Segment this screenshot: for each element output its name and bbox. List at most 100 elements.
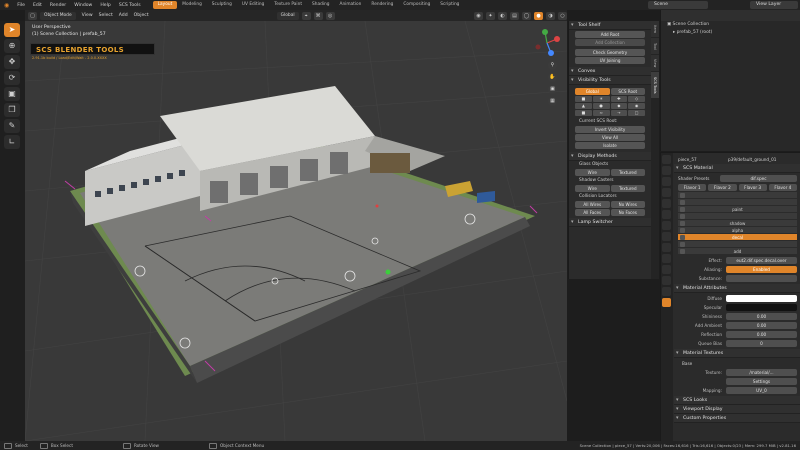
workspace-tab-modeling[interactable]: Modeling: [177, 1, 207, 9]
mode-selector[interactable]: Object Mode: [40, 11, 76, 20]
material-attributes-header[interactable]: Material Attributes: [674, 284, 800, 293]
scs-looks-header[interactable]: SCS Looks: [674, 396, 800, 405]
rotate-tool-icon[interactable]: ⟳: [4, 71, 20, 85]
scene-props-icon[interactable]: [662, 199, 671, 208]
workspace-tab-scripting[interactable]: Scripting: [435, 1, 464, 9]
specular-color-swatch[interactable]: [726, 303, 797, 311]
gizmo-icon[interactable]: ✦: [486, 11, 495, 20]
select-tool-icon[interactable]: ➤: [4, 23, 20, 37]
object-name[interactable]: piece_57: [678, 157, 728, 162]
move-tool-icon[interactable]: ✥: [4, 55, 20, 69]
material-name[interactable]: p39/default_ground_01: [728, 157, 797, 162]
glass-wire-button[interactable]: Wire: [575, 169, 610, 176]
menu-help[interactable]: Help: [96, 3, 114, 8]
orientation-selector[interactable]: Global: [276, 11, 299, 20]
aliasing-toggle[interactable]: Enabled: [726, 265, 797, 273]
mapping-field[interactable]: UV_0: [726, 386, 797, 394]
tab-view[interactable]: View: [651, 55, 659, 71]
workspace-tab-layout[interactable]: Layout: [152, 1, 178, 9]
list-item[interactable]: [678, 241, 797, 248]
list-item[interactable]: [678, 213, 797, 220]
vis-locator-icon[interactable]: ✚: [610, 96, 628, 102]
viewport-menu-add[interactable]: Add: [119, 13, 128, 18]
vis-sign-icon[interactable]: ▲: [575, 103, 592, 109]
list-item[interactable]: [678, 192, 797, 199]
add-collection-button[interactable]: Add Collection: [575, 39, 645, 46]
viewport-menu-object[interactable]: Object: [134, 13, 149, 18]
vis-light-icon[interactable]: ☀: [592, 96, 610, 102]
ortho-grid-icon[interactable]: ▦: [548, 97, 557, 106]
no-faces-button[interactable]: No Faces: [610, 209, 645, 216]
material-textures-header[interactable]: Material Textures: [674, 349, 800, 358]
snap-icon[interactable]: ⌘: [313, 11, 323, 20]
vis-collision-icon[interactable]: □: [628, 110, 645, 116]
texture-path-field[interactable]: /material/...: [726, 368, 797, 376]
modifier-props-icon[interactable]: [662, 232, 671, 241]
scs-props-icon[interactable]: [662, 287, 671, 296]
list-item[interactable]: add: [678, 248, 797, 255]
visibility-tools-header[interactable]: Visibility Tools: [569, 76, 651, 85]
diffuse-color-swatch[interactable]: [726, 294, 797, 302]
scene-selector[interactable]: Scene: [648, 1, 708, 9]
view-layer-selector[interactable]: View Layer: [750, 1, 798, 9]
flavor-check-1[interactable]: Flavor 1: [678, 183, 707, 191]
cursor-tool-icon[interactable]: ⊕: [4, 39, 20, 53]
scale-tool-icon[interactable]: ▣: [4, 87, 20, 101]
vis-curve-icon[interactable]: ≈: [592, 110, 610, 116]
xray-icon[interactable]: ▤: [510, 11, 519, 20]
overlays-icon[interactable]: ◐: [498, 11, 507, 20]
list-item[interactable]: [678, 199, 797, 206]
editor-type-icon[interactable]: ▢: [28, 11, 37, 20]
vis-path-icon[interactable]: →: [610, 110, 628, 116]
menu-edit[interactable]: Edit: [29, 3, 46, 8]
workspace-tab-compositing[interactable]: Compositing: [398, 1, 435, 9]
render-props-icon[interactable]: [662, 166, 671, 175]
3d-viewport[interactable]: User Perspective (1) Scene Collection | …: [25, 21, 567, 441]
proportional-edit-icon[interactable]: ◎: [325, 11, 335, 20]
annotate-tool-icon[interactable]: ✎: [4, 119, 20, 133]
menu-file[interactable]: File: [13, 3, 29, 8]
view-all-button[interactable]: View All: [575, 134, 645, 141]
measure-tool-icon[interactable]: ∟: [4, 135, 20, 149]
uv-joining-button[interactable]: UV Joining: [575, 57, 645, 64]
tool-shelf-header[interactable]: Tool Shelf: [569, 21, 651, 30]
workspace-tab-sculpting[interactable]: Sculpting: [207, 1, 237, 9]
material-props-icon[interactable]: [662, 298, 671, 307]
shininess-field[interactable]: 0.00: [726, 312, 797, 320]
lamp-switcher-header[interactable]: Lamp Switcher: [569, 218, 651, 227]
all-faces-button[interactable]: All Faces: [575, 209, 610, 216]
all-wires-button[interactable]: All Wires: [575, 201, 610, 208]
pan-hand-icon[interactable]: ✋: [548, 73, 557, 82]
vis-node-icon[interactable]: ◇: [628, 96, 645, 102]
custom-properties-header[interactable]: Custom Properties: [674, 414, 800, 423]
outliner-row-root[interactable]: ▸ prefab_57 (root): [661, 29, 800, 37]
physics-props-icon[interactable]: [662, 243, 671, 252]
outliner-row-scene-collection[interactable]: ▣ Scene Collection: [661, 21, 800, 29]
tab-item[interactable]: Item: [651, 21, 659, 37]
substance-field[interactable]: [726, 274, 797, 282]
vis-map-icon[interactable]: ■: [575, 110, 592, 116]
object-props-icon[interactable]: [662, 221, 671, 230]
zoom-icon[interactable]: ⚲: [548, 61, 557, 70]
vis-spawn-icon[interactable]: ●: [592, 103, 610, 109]
tab-scs-tools[interactable]: SCS Tools: [651, 72, 659, 98]
pivot-icon[interactable]: ⌖: [301, 11, 311, 20]
navigation-gizmo[interactable]: [531, 27, 563, 59]
transform-tool-icon[interactable]: ❒: [4, 103, 20, 117]
constraint-props-icon[interactable]: [662, 254, 671, 263]
texture-settings-button[interactable]: Settings: [726, 377, 797, 385]
list-item[interactable]: paint: [678, 206, 797, 213]
flavor-check-4[interactable]: Flavor 4: [768, 183, 797, 191]
workspace-tab-uv-editing[interactable]: UV Editing: [237, 1, 269, 9]
workspace-tab-texture-paint[interactable]: Texture Paint: [269, 1, 307, 9]
scs-material-header[interactable]: SCS Material: [674, 164, 800, 173]
check-geometry-button[interactable]: Check Geometry: [575, 49, 645, 56]
texture-props-icon[interactable]: [662, 276, 671, 285]
menu-scs-tools[interactable]: SCS Tools: [115, 3, 145, 8]
flavor-check-3[interactable]: Flavor 3: [738, 183, 767, 191]
invert-visibility-button[interactable]: Invert Visibility: [575, 126, 645, 133]
reflection-field[interactable]: 0.00: [726, 330, 797, 338]
camera-icon[interactable]: ▣: [548, 85, 557, 94]
queue-bias-field[interactable]: 0: [726, 339, 797, 347]
shading-wireframe-icon[interactable]: ◯: [522, 11, 531, 20]
